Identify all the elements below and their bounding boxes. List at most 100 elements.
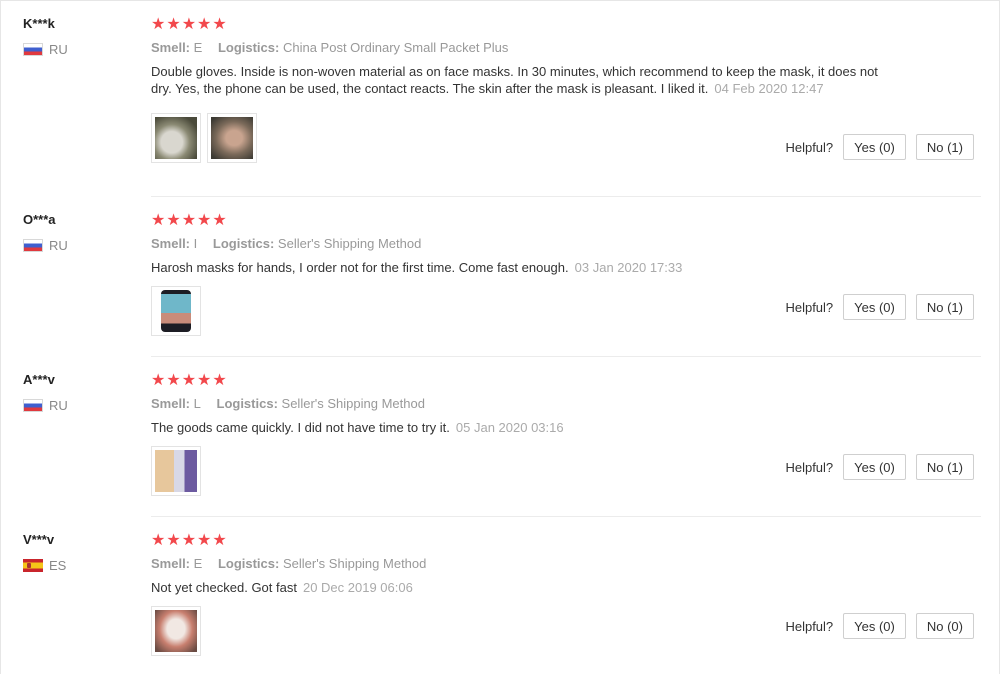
review-attributes: Smell: E Logistics: China Post Ordinary …: [151, 39, 911, 57]
review-date: 20 Dec 2019 06:06: [302, 580, 413, 595]
helpful-yes-button[interactable]: Yes (0): [843, 613, 906, 639]
star-icon: ★: [212, 530, 227, 549]
reviewer-country: RU: [23, 41, 133, 57]
review-content: Harosh masks for hands, I order not for …: [151, 260, 569, 275]
star-icon: ★: [166, 14, 181, 33]
star-icon: ★: [166, 530, 181, 549]
review-attributes: Smell: I Logistics: Seller's Shipping Me…: [151, 235, 911, 253]
logistics-label: Logistics:: [216, 396, 278, 411]
logistics-label: Logistics:: [217, 556, 280, 571]
review-photo[interactable]: [151, 113, 201, 163]
country-code: RU: [49, 41, 68, 57]
logistics-value: Seller's Shipping Method: [277, 236, 422, 251]
russia-flag-icon: [23, 398, 43, 412]
helpful-votes: Helpful? Yes (0) No (1): [785, 294, 974, 320]
spain-flag-icon: [23, 558, 43, 572]
helpful-no-button[interactable]: No (1): [915, 454, 974, 480]
helpful-yes-button[interactable]: Yes (0): [843, 134, 906, 160]
smell-label: Smell:: [151, 556, 191, 571]
review-photo[interactable]: [207, 113, 257, 163]
reviewer-info: K***k RU: [23, 15, 133, 57]
review-attributes: Smell: L Logistics: Seller's Shipping Me…: [151, 395, 911, 413]
star-rating: ★ ★ ★ ★ ★: [151, 15, 911, 33]
helpful-votes: Helpful? Yes (0) No (1): [785, 454, 974, 480]
review-date: 03 Jan 2020 17:33: [574, 260, 683, 275]
review-list: K***k RU ★ ★ ★ ★ ★ Smell: E Logistics: C…: [0, 0, 1000, 674]
star-rating: ★ ★ ★ ★ ★: [151, 531, 911, 549]
smell-label: Smell:: [151, 236, 191, 251]
smell-value: E: [193, 40, 203, 55]
star-rating: ★ ★ ★ ★ ★: [151, 371, 911, 389]
star-icon: ★: [166, 370, 181, 389]
star-icon: ★: [181, 14, 197, 33]
smell-value: L: [193, 396, 201, 411]
smell-value: E: [193, 556, 203, 571]
logistics-label: Logistics:: [212, 236, 275, 251]
smell-label: Smell:: [151, 40, 191, 55]
review-photo[interactable]: [151, 286, 201, 336]
star-icon: ★: [197, 370, 212, 389]
russia-flag-icon: [23, 42, 43, 56]
helpful-votes: Helpful? Yes (0) No (1): [785, 134, 974, 160]
star-icon: ★: [151, 14, 166, 33]
helpful-no-button[interactable]: No (1): [915, 294, 974, 320]
helpful-label: Helpful?: [785, 139, 834, 155]
star-icon: ★: [166, 210, 181, 229]
star-icon: ★: [197, 14, 212, 33]
review-item: A***v RU ★ ★ ★ ★ ★ Smell: L Logistics: S…: [1, 371, 1000, 517]
helpful-yes-button[interactable]: Yes (0): [843, 454, 906, 480]
logistics-label: Logistics:: [217, 40, 280, 55]
helpful-label: Helpful?: [785, 299, 834, 315]
review-item: K***k RU ★ ★ ★ ★ ★ Smell: E Logistics: C…: [1, 15, 1000, 197]
reviewer-name: K***k: [23, 16, 55, 31]
star-rating: ★ ★ ★ ★ ★: [151, 211, 911, 229]
review-text: Harosh masks for hands, I order not for …: [151, 259, 881, 276]
star-icon: ★: [212, 14, 227, 33]
smell-value: I: [193, 236, 198, 251]
reviewer-country: RU: [23, 237, 133, 253]
helpful-yes-button[interactable]: Yes (0): [843, 294, 906, 320]
star-icon: ★: [212, 210, 227, 229]
country-code: RU: [49, 397, 68, 413]
review-attributes: Smell: E Logistics: Seller's Shipping Me…: [151, 555, 911, 573]
review-text: Not yet checked. Got fast 20 Dec 2019 06:…: [151, 579, 881, 596]
star-icon: ★: [151, 370, 166, 389]
reviewer-country: RU: [23, 397, 133, 413]
helpful-no-button[interactable]: No (1): [915, 134, 974, 160]
country-code: RU: [49, 237, 68, 253]
star-icon: ★: [197, 210, 212, 229]
review-content: Not yet checked. Got fast: [151, 580, 297, 595]
review-date: 04 Feb 2020 12:47: [714, 81, 824, 96]
review-date: 05 Jan 2020 03:16: [455, 420, 564, 435]
reviewer-name: O***a: [23, 212, 56, 227]
review-photo[interactable]: [151, 606, 201, 656]
russia-flag-icon: [23, 238, 43, 252]
star-icon: ★: [181, 530, 197, 549]
review-content: The goods came quickly. I did not have t…: [151, 420, 450, 435]
logistics-value: China Post Ordinary Small Packet Plus: [282, 40, 509, 55]
reviewer-info: A***v RU: [23, 371, 133, 413]
helpful-label: Helpful?: [785, 618, 834, 634]
star-icon: ★: [151, 530, 166, 549]
helpful-label: Helpful?: [785, 459, 834, 475]
country-code: ES: [49, 557, 67, 573]
review-photo[interactable]: [151, 446, 201, 496]
helpful-votes: Helpful? Yes (0) No (0): [785, 613, 974, 639]
star-icon: ★: [212, 370, 227, 389]
divider: [151, 356, 981, 357]
reviewer-info: O***a RU: [23, 211, 133, 253]
star-icon: ★: [197, 530, 212, 549]
star-icon: ★: [181, 210, 197, 229]
review-item: V***v ES ★ ★ ★ ★ ★ Smell: E Logistics: S…: [1, 531, 1000, 674]
reviewer-name: V***v: [23, 532, 55, 547]
review-text: The goods came quickly. I did not have t…: [151, 419, 881, 436]
reviewer-name: A***v: [23, 372, 55, 387]
star-icon: ★: [151, 210, 166, 229]
helpful-no-button[interactable]: No (0): [915, 613, 974, 639]
divider: [151, 516, 981, 517]
reviewer-info: V***v ES: [23, 531, 133, 573]
review-item: O***a RU ★ ★ ★ ★ ★ Smell: I Logistics: S…: [1, 211, 1000, 357]
review-text: Double gloves. Inside is non-woven mater…: [151, 63, 881, 97]
divider: [151, 196, 981, 197]
logistics-value: Seller's Shipping Method: [282, 556, 427, 571]
